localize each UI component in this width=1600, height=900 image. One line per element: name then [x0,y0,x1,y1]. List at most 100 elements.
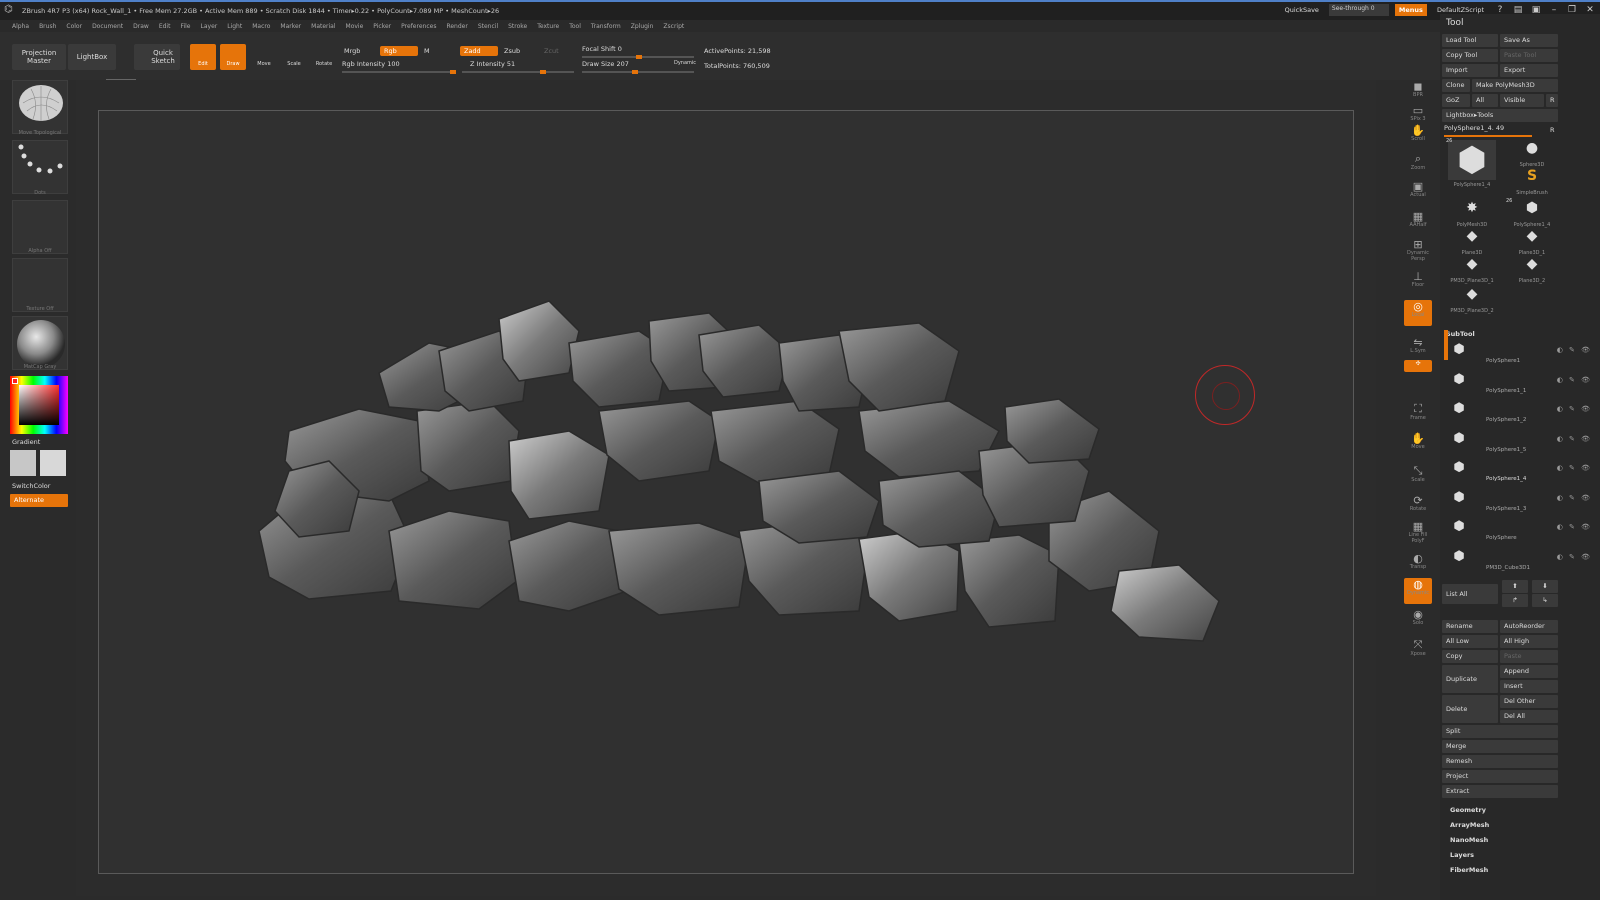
menu-material[interactable]: Material [311,23,335,30]
current-tool-r-button[interactable]: R [1546,124,1558,137]
subtool-title[interactable]: SubTool [1446,330,1475,338]
menu-zplugin[interactable]: Zplugin [631,23,654,30]
save-as-button[interactable]: Save As [1500,34,1558,47]
dock-button-aahalf[interactable]: ▦ AAHalf [1404,210,1432,236]
all-high-button[interactable]: All High [1500,635,1558,648]
color-square[interactable] [19,385,59,425]
gradient-swatch-1[interactable] [10,450,36,476]
dock-button-polyf[interactable]: ▦ Line Fill PolyF [1404,520,1432,546]
import-button[interactable]: Import [1442,64,1498,77]
zcut-button[interactable]: Zcut [540,46,563,56]
dock-button-local[interactable]: ◎ Local [1404,300,1432,326]
edit-button[interactable]: Edit [190,44,216,70]
menu-preferences[interactable]: Preferences [401,23,436,30]
color-picker[interactable] [10,376,68,434]
subtool-visibility-icon[interactable]: ◐ ✎ 👁 [1557,376,1592,384]
subtool-row[interactable]: ⬢ ◐ ✎ 👁 PolySphere1_1 [1446,370,1596,399]
rgb-intensity-knob[interactable] [450,70,456,74]
subtool-visibility-icon[interactable]: ◐ ✎ 👁 [1557,435,1592,443]
menu-color[interactable]: Color [66,23,82,30]
arrow-down-right-icon[interactable]: ↳ [1532,594,1558,607]
alpha-thumbnail[interactable] [12,200,68,254]
dock-button-xyz[interactable]: ✣ [1404,360,1432,372]
make-polymesh-button[interactable]: Make PolyMesh3D [1472,79,1558,92]
menu-zscript[interactable]: Zscript [663,23,684,30]
rock-wall-model[interactable] [99,111,1355,875]
current-tool-slider-fill[interactable] [1444,135,1532,137]
m-button[interactable]: M [420,46,434,56]
subtool-row[interactable]: ⬢ ◐ ✎ 👁 PolySphere1_4 [1446,458,1596,487]
menu-marker[interactable]: Marker [280,23,301,30]
rotate-button[interactable]: Rotate [312,44,336,70]
move-button[interactable]: Move [252,44,276,70]
dock-button-rotate[interactable]: ⟳ Rotate [1404,494,1432,520]
dock-button-lsym[interactable]: ⇋ L.Sym [1404,336,1432,362]
menu-alpha[interactable]: Alpha [12,23,29,30]
subtool-visibility-icon[interactable]: ◐ ✎ 👁 [1557,494,1592,502]
dock-button-scroll[interactable]: ✋ Scroll [1404,124,1432,150]
subtool-row[interactable]: ⬢ ◐ ✎ 👁 PM3D_Cube3D1 [1446,547,1596,576]
rgb-intensity-track[interactable] [342,71,454,73]
dock-button-zoom[interactable]: ⌕ Zoom [1404,152,1432,178]
mrgb-button[interactable]: Mrgb [340,46,364,56]
del-all-button[interactable]: Del All [1500,710,1558,723]
menu-light[interactable]: Light [227,23,242,30]
section-nanomesh[interactable]: NanoMesh [1450,836,1488,844]
section-arraymesh[interactable]: ArrayMesh [1450,821,1489,829]
dock-button-frame[interactable]: ⛶ Frame [1404,402,1432,428]
scale-button[interactable]: Scale [282,44,306,70]
goz-button[interactable]: GoZ [1442,94,1470,107]
dock-button-ghost[interactable]: ◍ Dynamic [1404,578,1432,604]
draw-size-slider[interactable]: Draw Size 207 [582,60,629,68]
zsub-button[interactable]: Zsub [500,46,524,56]
extract-button[interactable]: Extract [1442,785,1558,798]
paste-tool-button[interactable]: Paste Tool [1500,49,1558,62]
rename-button[interactable]: Rename [1442,620,1498,633]
focal-shift-knob[interactable] [636,55,642,59]
split-button[interactable]: Split [1442,725,1558,738]
all-low-button[interactable]: All Low [1442,635,1498,648]
export-button[interactable]: Export [1500,64,1558,77]
projection-master-button[interactable]: Projection Master [12,44,66,70]
subtool-row[interactable]: ⬢ ◐ ✎ 👁 PolySphere1_5 [1446,429,1596,458]
lightbox-tools-button[interactable]: Lightbox▸Tools [1442,109,1558,122]
append-button[interactable]: Append [1500,665,1558,678]
menu-stroke[interactable]: Stroke [508,23,527,30]
rgb-button[interactable]: Rgb [380,46,418,56]
alternate-button[interactable]: Alternate [10,494,68,507]
subtool-row[interactable]: ⬢ ◐ ✎ 👁 PolySphere1_3 [1446,488,1596,517]
menu-texture[interactable]: Texture [537,23,559,30]
dock-button-persp[interactable]: ⊞ Dynamic Persp [1404,238,1432,264]
menu-edit[interactable]: Edit [159,23,171,30]
subtool-row[interactable]: ⬢ ◐ ✎ 👁 PolySphere1 [1446,340,1596,369]
z-intensity-track[interactable] [462,71,574,73]
menu-stencil[interactable]: Stencil [478,23,498,30]
subtool-scrollbar[interactable] [1444,330,1448,360]
draw-button[interactable]: Draw [220,44,246,70]
draw-size-track[interactable] [582,71,694,73]
dock-button-xpose[interactable]: ⤧ Xpose [1404,638,1432,664]
insert-button[interactable]: Insert [1500,680,1558,693]
dock-button-actual[interactable]: ▣ Actual [1404,180,1432,206]
subtool-visibility-icon[interactable]: ◐ ✎ 👁 [1557,464,1592,472]
section-layers[interactable]: Layers [1450,851,1474,859]
dock-button-move[interactable]: ✋ Move [1404,432,1432,458]
menu-layer[interactable]: Layer [201,23,218,30]
del-other-button[interactable]: Del Other [1500,695,1558,708]
copy-button[interactable]: Copy [1442,650,1498,663]
z-intensity-slider[interactable]: Z Intensity 51 [470,60,515,68]
menu-render[interactable]: Render [446,23,467,30]
gradient-swatch-2[interactable] [40,450,66,476]
menu-picker[interactable]: Picker [373,23,391,30]
section-geometry[interactable]: Geometry [1450,806,1486,814]
quick-sketch-button[interactable]: Quick Sketch [134,44,180,70]
subtool-row[interactable]: ⬢ ◐ ✎ 👁 PolySphere [1446,517,1596,546]
subtool-visibility-icon[interactable]: ◐ ✎ 👁 [1557,523,1592,531]
z-intensity-knob[interactable] [540,70,546,74]
focal-shift-slider[interactable]: Focal Shift 0 [582,45,622,53]
dock-button-solo[interactable]: ◉ Solo [1404,608,1432,634]
see-through-slider[interactable]: See-through 0 [1328,4,1389,16]
switch-color-button[interactable]: SwitchColor [12,482,50,490]
current-tool-slider[interactable]: PolySphere1_4. 49 [1444,124,1504,132]
brush-thumbnail[interactable] [12,80,68,134]
